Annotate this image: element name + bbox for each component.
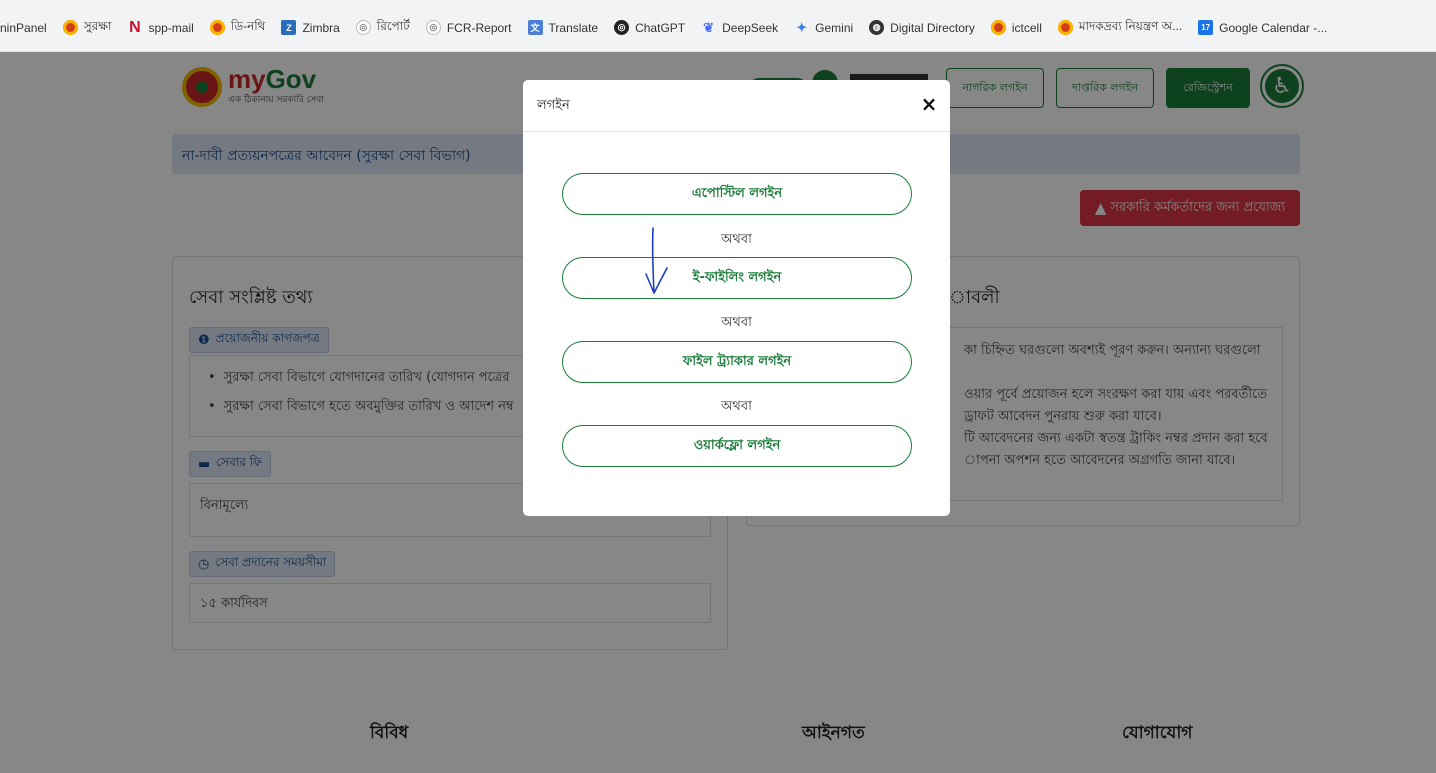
bookmark-report[interactable]: ◎ রিপোর্ট bbox=[355, 18, 410, 38]
gemini-icon: ✦ bbox=[796, 19, 808, 35]
close-icon[interactable]: × bbox=[919, 92, 939, 116]
bookmark-suraksha[interactable]: সুরক্ষা bbox=[62, 18, 111, 38]
bookmark-zimbra[interactable]: Z Zimbra bbox=[281, 20, 340, 35]
file-tracker-login-button[interactable]: ফাইল ট্র্যাকার লগইন bbox=[562, 341, 912, 383]
workflow-login-button[interactable]: ওয়ার্কফ্লো লগইন bbox=[562, 425, 912, 467]
or-text: অথবা bbox=[721, 399, 752, 414]
chatgpt-icon: ◎ bbox=[614, 20, 630, 35]
modal-title: লগইন bbox=[537, 98, 570, 113]
zimbra-icon: Z bbox=[281, 20, 297, 35]
translate-icon: 文 bbox=[527, 20, 543, 35]
gov-logo-icon bbox=[209, 20, 225, 35]
bookmark-d-nothi[interactable]: ডি-নথি bbox=[209, 18, 265, 38]
gov-logo-icon bbox=[990, 20, 1006, 35]
bookmarks-bar: ninPanel সুরক্ষা Nspp-mail ডি-নথি Z Zimbr… bbox=[0, 0, 1436, 52]
bookmark-madok[interactable]: মাদকদ্রব্য নিয়ন্ত্রণ অ... bbox=[1057, 18, 1182, 38]
calendar-icon: 17 bbox=[1198, 20, 1214, 35]
report-icon: ◎ bbox=[425, 20, 441, 35]
deepseek-icon: ❦ bbox=[703, 19, 715, 35]
gov-logo-icon bbox=[1057, 20, 1073, 35]
n-mail-icon: N bbox=[129, 18, 141, 36]
bookmark-gemini[interactable]: ✦ Gemini bbox=[794, 20, 853, 35]
or-text: অথবা bbox=[721, 232, 752, 247]
bookmark-chatgpt[interactable]: ◎ ChatGPT bbox=[614, 20, 685, 35]
apostille-login-button[interactable]: এপোস্টিল লগইন bbox=[562, 173, 912, 215]
bookmark-translate[interactable]: 文 Translate bbox=[527, 20, 598, 35]
bookmark-digital-directory[interactable]: ◍ Digital Directory bbox=[869, 20, 975, 35]
or-text: অথবা bbox=[721, 315, 752, 330]
login-modal: লগইন × এপোস্টিল লগইন অথবা ই-ফাইলিং লগইন … bbox=[523, 80, 950, 516]
bookmark-deepseek[interactable]: ❦ DeepSeek bbox=[701, 20, 778, 35]
bookmark-ictcell[interactable]: ictcell bbox=[990, 20, 1042, 35]
globe-icon: ◍ bbox=[869, 20, 885, 35]
bookmark-google-calendar[interactable]: 17 Google Calendar -... bbox=[1198, 20, 1327, 35]
gov-logo-icon bbox=[62, 20, 78, 35]
efiling-login-button[interactable]: ই-ফাইলিং লগইন bbox=[562, 257, 912, 299]
modal-header: লগইন × bbox=[523, 80, 950, 132]
bookmark-adminpanel[interactable]: ninPanel bbox=[0, 21, 47, 35]
annotation-arrow-icon bbox=[645, 227, 668, 294]
report-icon: ◎ bbox=[355, 20, 371, 35]
bookmark-fcr-report[interactable]: ◎ FCR-Report bbox=[425, 20, 512, 35]
bookmark-spp-mail[interactable]: Nspp-mail bbox=[127, 18, 194, 36]
